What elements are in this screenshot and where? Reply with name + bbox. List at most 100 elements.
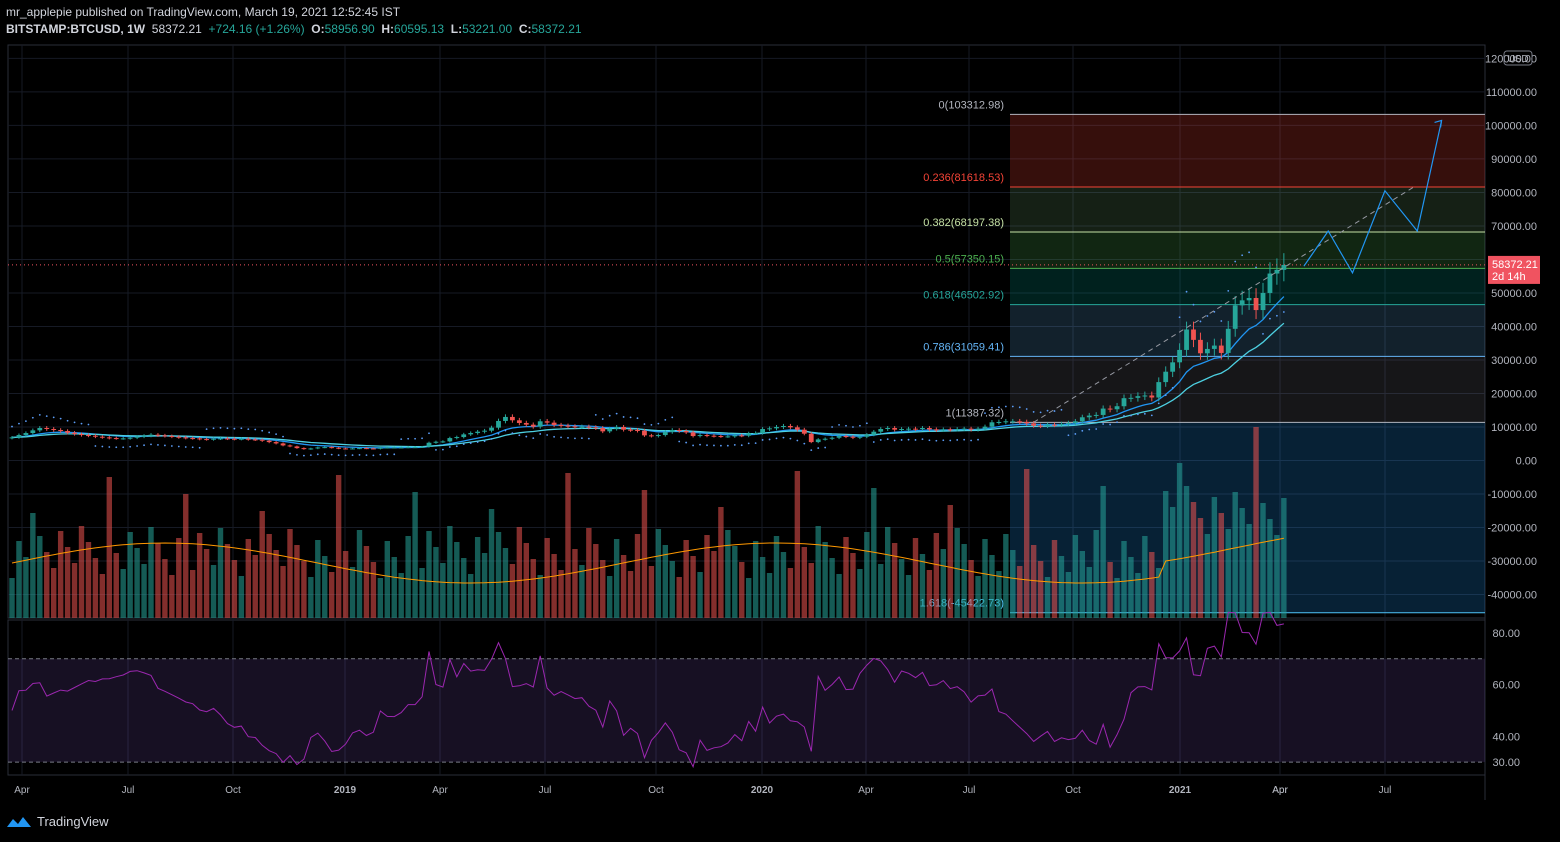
candle-body: [357, 448, 362, 450]
sar-dot: [747, 442, 750, 445]
sar-dot: [1178, 316, 1181, 319]
volume-bar: [1211, 497, 1218, 618]
time-axis-label: 2021: [1169, 785, 1192, 796]
volume-bar: [843, 537, 849, 618]
volume-bar: [940, 549, 946, 618]
sar-dot: [289, 452, 291, 455]
candle-body: [662, 432, 668, 436]
candle-body: [51, 429, 57, 431]
candle-body: [1239, 300, 1245, 306]
price-axis-label: -40000.00: [1487, 590, 1537, 602]
volume-bar: [273, 550, 279, 618]
sar-dot: [643, 423, 646, 425]
candle-body: [586, 426, 592, 428]
candle-body: [1100, 408, 1106, 415]
sar-dot: [1074, 433, 1077, 435]
volume-bar: [912, 538, 919, 618]
sar-dot: [504, 429, 507, 432]
volume-bar: [1239, 508, 1245, 618]
sar-dot: [935, 439, 938, 442]
volume-bar: [815, 526, 821, 618]
sar-dot: [608, 414, 611, 417]
price-axis-label: -20000.00: [1487, 523, 1537, 535]
sar-dot: [80, 422, 83, 425]
volume-bar: [454, 542, 460, 618]
sar-dot: [59, 417, 62, 420]
price-badge-value: 58372.21: [1492, 259, 1538, 271]
volume-bar: [266, 534, 272, 618]
sar-dot: [1067, 434, 1070, 437]
sar-dot: [18, 422, 20, 425]
candle-body: [628, 429, 633, 431]
candle-body: [65, 431, 70, 433]
candle-body: [1218, 345, 1224, 353]
rsi-axis-label: 80.00: [1492, 628, 1520, 640]
sar-dot: [282, 435, 284, 438]
candle-body: [301, 448, 307, 450]
sar-dot: [803, 442, 806, 445]
candle-body: [1128, 397, 1134, 399]
sar-dot: [629, 416, 632, 419]
volume-bar: [898, 559, 905, 618]
candle-body: [1232, 305, 1238, 329]
sar-dot: [247, 428, 250, 430]
price-axis-label: 10000.00: [1491, 422, 1537, 434]
volume-bar: [586, 528, 592, 618]
volume-bar: [648, 566, 655, 618]
fib-level-label: 0.618(46502.92): [923, 290, 1004, 302]
sar-dot: [921, 438, 924, 441]
sar-dot: [275, 433, 277, 436]
sar-dot: [122, 446, 125, 449]
candle-body: [58, 430, 64, 432]
volume-bar: [183, 494, 189, 618]
sar-dot: [309, 454, 312, 457]
candle-body: [718, 436, 724, 438]
candle-body: [245, 438, 251, 440]
sar-dot: [893, 439, 896, 442]
candle-body: [697, 435, 703, 437]
sar-dot: [1150, 414, 1153, 417]
candle-body: [72, 432, 77, 435]
candle-body: [1093, 414, 1099, 416]
sar-dot: [1025, 408, 1028, 410]
sar-dot: [713, 444, 715, 447]
tradingview-footer[interactable]: TradingView: [6, 814, 109, 829]
sar-dot: [1053, 410, 1056, 412]
candle-body: [475, 431, 481, 434]
volume-bar: [363, 546, 370, 618]
volume-bar: [252, 555, 258, 618]
volume-bar: [495, 532, 502, 618]
volume-bar: [329, 572, 335, 618]
volume-bar: [565, 473, 571, 618]
candle-body: [899, 429, 904, 431]
sar-dot: [574, 437, 576, 440]
volume-bar: [1260, 503, 1266, 618]
candle-body: [377, 447, 383, 449]
candle-body: [940, 429, 946, 431]
candle-body: [155, 434, 161, 436]
volume-bar: [1044, 577, 1051, 618]
candle-body: [906, 428, 911, 430]
candle-body: [746, 433, 752, 436]
candle-body: [23, 433, 29, 436]
sar-dot: [296, 453, 298, 456]
candle-body: [635, 430, 640, 432]
candle-body: [440, 441, 446, 443]
volume-bar: [1107, 562, 1113, 618]
volume-bar: [280, 566, 286, 618]
sar-dot: [344, 454, 347, 457]
volume-bar: [1156, 568, 1162, 618]
volume-bar: [885, 527, 891, 618]
candle-body: [885, 428, 891, 430]
volume-bar: [662, 545, 668, 618]
volume-bar: [190, 570, 196, 618]
candle-body: [975, 428, 981, 430]
volume-bar: [766, 573, 773, 618]
sar-dot: [414, 437, 416, 440]
candle-body: [16, 435, 22, 438]
volume-bar: [551, 554, 557, 618]
volume-bar: [864, 532, 870, 618]
volume-bar: [891, 543, 898, 618]
volume-bar: [530, 559, 536, 618]
price-chart[interactable]: 0(103312.98) 0.236(81618.53) 0.382(68197.3…: [0, 0, 1560, 842]
